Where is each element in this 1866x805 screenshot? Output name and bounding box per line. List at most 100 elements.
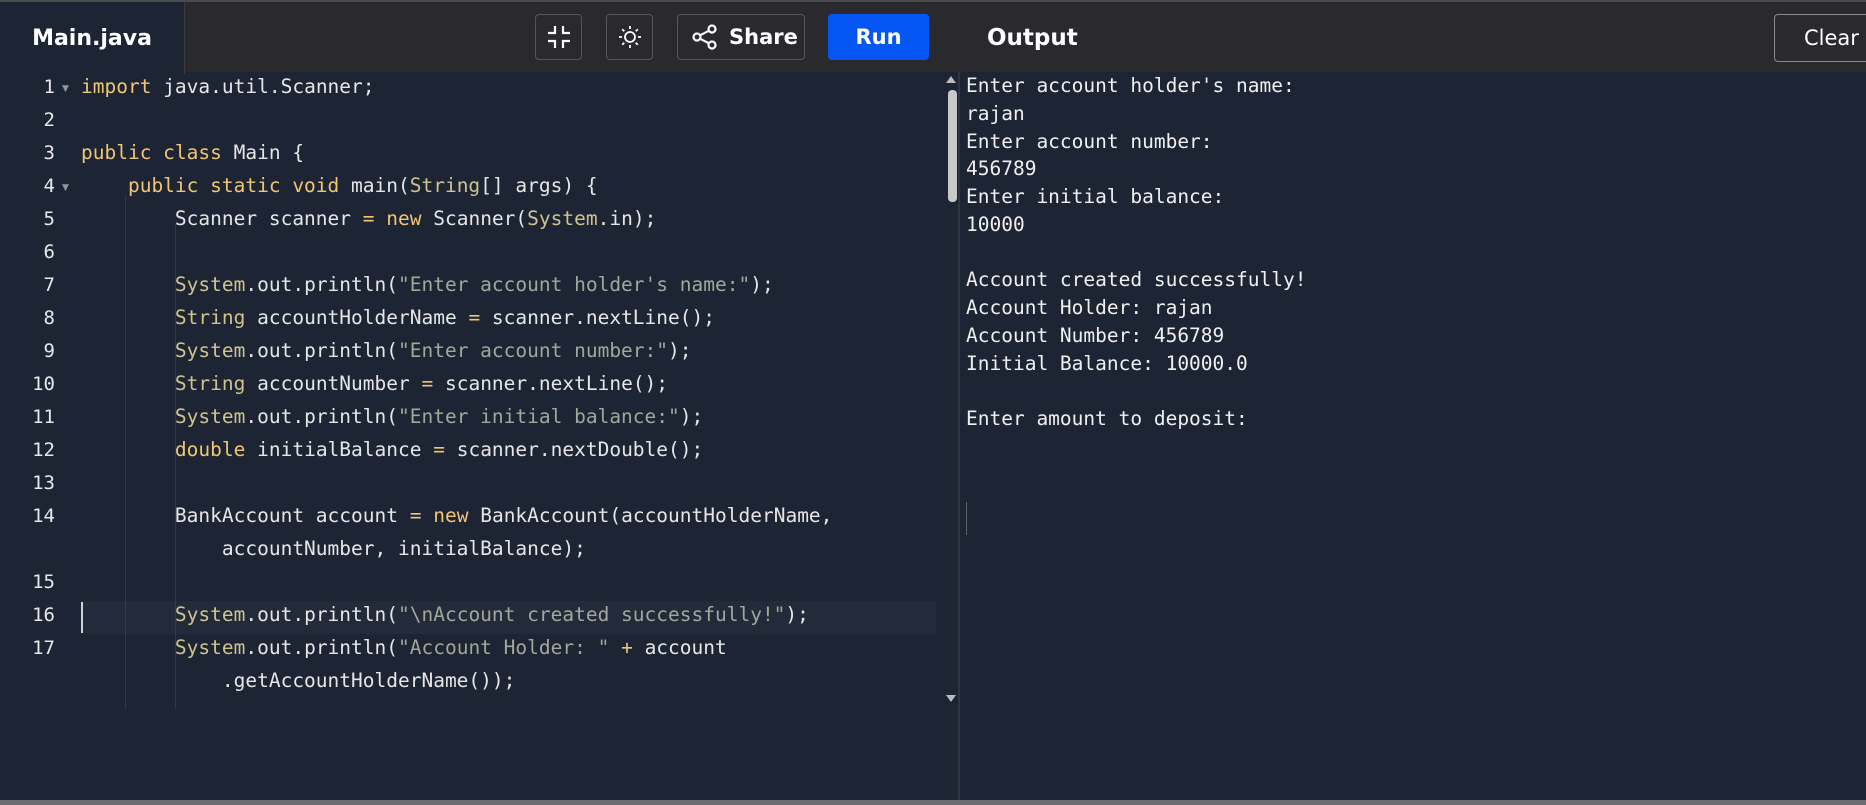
code-line[interactable]: System.out.println("Account Holder: " + … xyxy=(81,636,727,659)
output-line: 456789 xyxy=(966,157,1037,181)
code-token: initialBalance xyxy=(245,438,434,461)
code-token: Scanner scanner xyxy=(81,207,363,230)
code-line[interactable]: .getAccountHolderName()); xyxy=(81,669,516,692)
run-button[interactable]: Run xyxy=(828,14,929,60)
editor-scrollbar-thumb[interactable] xyxy=(948,90,957,202)
code-line[interactable]: String accountHolderName = scanner.nextL… xyxy=(81,306,715,329)
code-token: System xyxy=(174,603,246,626)
code-token: = xyxy=(409,504,422,527)
line-number: 13 xyxy=(32,472,55,494)
line-number: 11 xyxy=(32,406,55,428)
code-token: "Enter initial balance:" xyxy=(398,405,680,428)
tab-label: Main.java xyxy=(32,25,152,51)
line-number: 2 xyxy=(43,109,55,131)
code-token: BankAccount account xyxy=(81,504,410,527)
code-token: ); xyxy=(785,603,809,626)
code-token: ); xyxy=(668,339,692,362)
code-token: Main { xyxy=(221,141,305,164)
line-number: 6 xyxy=(43,241,55,263)
code-token: "Enter account holder's name:" xyxy=(398,273,751,296)
line-number: 5 xyxy=(43,208,55,230)
code-token: account xyxy=(632,636,727,659)
code-line[interactable]: public class Main { xyxy=(81,141,304,164)
scroll-up-arrow-icon[interactable] xyxy=(946,76,956,83)
theme-toggle-button[interactable] xyxy=(606,14,653,60)
code-token: System xyxy=(174,273,246,296)
clear-button[interactable]: Clear xyxy=(1774,14,1866,62)
code-line[interactable]: public static void main(String[] args) { xyxy=(81,174,598,197)
code-token: ); xyxy=(679,405,704,428)
line-number: 17 xyxy=(32,637,55,659)
input-caret[interactable] xyxy=(966,502,967,535)
code-line[interactable]: String accountNumber = scanner.nextLine(… xyxy=(81,372,668,395)
fold-arrow-icon[interactable]: ▼ xyxy=(62,84,69,94)
code-line[interactable]: System.out.println("\nAccount created su… xyxy=(81,603,809,626)
scroll-down-arrow-icon[interactable] xyxy=(946,695,956,702)
fold-arrow-icon[interactable]: ▼ xyxy=(62,183,69,193)
code-token: accountHolderName xyxy=(245,306,469,329)
output-line: Account created successfully! xyxy=(966,268,1307,292)
code-token: scanner.nextDouble(); xyxy=(444,438,704,461)
code-token: System xyxy=(174,636,246,659)
code-token: = xyxy=(421,372,434,395)
code-token: accountNumber xyxy=(245,372,422,395)
code-token: public static void xyxy=(81,174,340,197)
output-line: Initial Balance: 10000.0 xyxy=(966,351,1248,375)
output-line: Enter initial balance: xyxy=(966,185,1225,208)
line-number: 7 xyxy=(43,274,55,296)
code-token: BankAccount(accountHolderName, xyxy=(468,504,833,527)
collapse-icon xyxy=(547,26,570,48)
code-token: new xyxy=(386,207,422,230)
share-icon xyxy=(692,24,717,50)
code-token: ); xyxy=(750,273,774,296)
code-token: import xyxy=(81,75,152,98)
output-line: Account Holder: rajan xyxy=(966,296,1213,319)
code-token: "\nAccount created successfully!" xyxy=(398,603,786,626)
tab-main-java[interactable]: Main.java xyxy=(0,2,185,74)
code-line[interactable]: accountNumber, initialBalance); xyxy=(81,537,586,560)
code-line[interactable]: System.out.println("Enter account holder… xyxy=(81,273,774,296)
code-editor[interactable]: 1 ▼ import java.util.Scanner; 2 3 public clas… xyxy=(0,72,958,805)
code-token: double xyxy=(174,438,246,461)
window-bottom-edge xyxy=(0,800,1866,805)
line-number: 4 xyxy=(43,175,55,197)
code-token: System xyxy=(174,339,246,362)
output-line: 10000 xyxy=(966,212,1025,236)
line-number: 10 xyxy=(32,373,55,395)
code-token: Scanner( xyxy=(421,207,528,230)
exit-fullscreen-button[interactable] xyxy=(535,14,582,60)
code-token: .in); xyxy=(597,207,657,230)
share-label: Share xyxy=(729,25,798,49)
code-line[interactable]: double initialBalance = scanner.nextDoub… xyxy=(81,438,703,461)
code-token: String xyxy=(409,174,481,197)
line-number: 9 xyxy=(43,340,55,362)
code-token: [] args) { xyxy=(480,174,598,197)
code-token: "Enter account number:" xyxy=(398,339,669,362)
code-token: .out.println( xyxy=(245,273,398,296)
output-panel[interactable]: Enter account holder's name: rajan Enter a… xyxy=(966,72,1866,805)
code-token: .out.println( xyxy=(245,339,398,362)
line-number: 16 xyxy=(32,604,55,626)
code-token: .out.println( xyxy=(245,636,398,659)
pane-divider[interactable] xyxy=(958,72,960,805)
code-line[interactable]: BankAccount account = new BankAccount(ac… xyxy=(81,504,833,527)
share-button[interactable]: Share xyxy=(677,14,805,60)
code-token: accountNumber, initialBalance); xyxy=(81,537,586,560)
line-number: 3 xyxy=(43,142,55,164)
code-token: .getAccountHolderName()); xyxy=(81,669,516,692)
code-line[interactable]: System.out.println("Enter initial balanc… xyxy=(81,405,703,428)
code-line[interactable]: Scanner scanner = new Scanner(System.in)… xyxy=(81,207,656,230)
code-token: = xyxy=(468,306,481,329)
code-line[interactable]: import java.util.Scanner; xyxy=(81,75,375,98)
top-toolbar: Main.java Share Run Output Clear xyxy=(0,0,1866,74)
output-title: Output xyxy=(987,25,1078,51)
code-line[interactable]: System.out.println("Enter account number… xyxy=(81,339,692,362)
